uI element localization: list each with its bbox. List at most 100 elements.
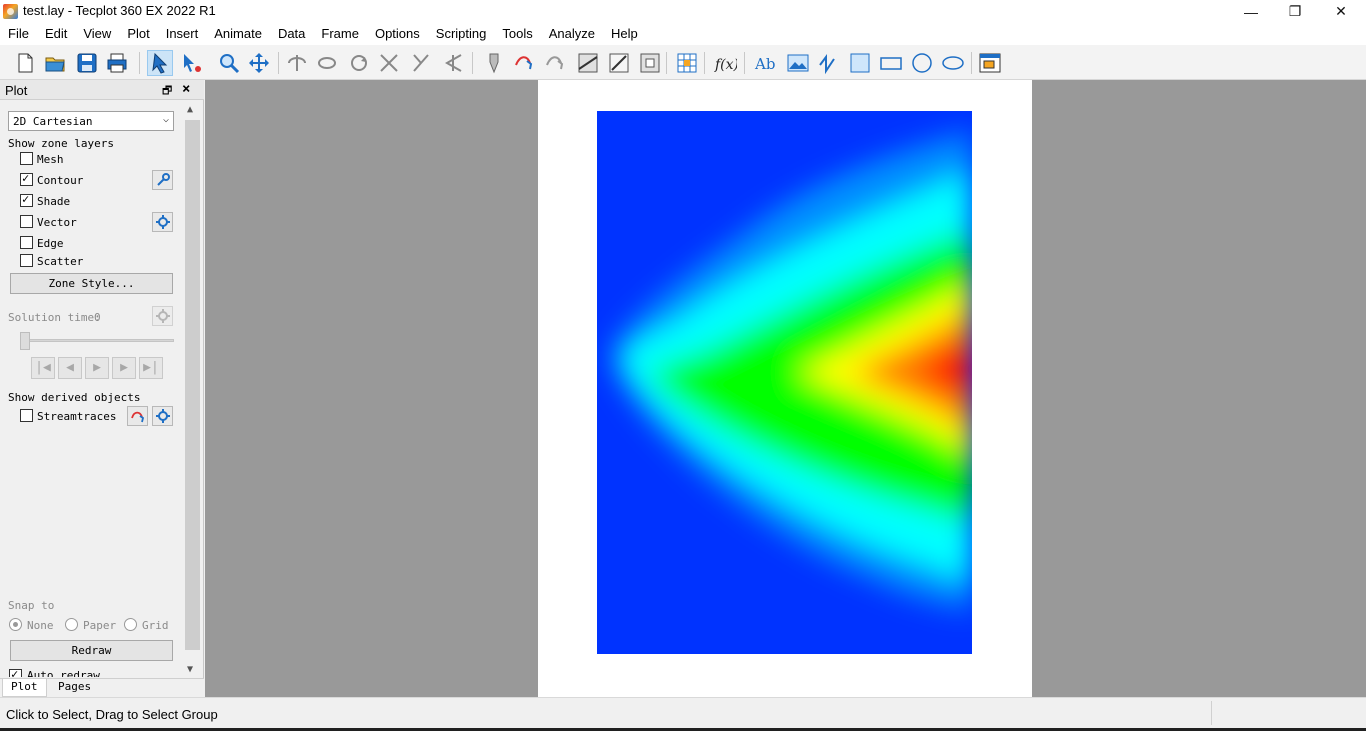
vector-checkbox[interactable]: [20, 215, 33, 228]
menu-animate[interactable]: Animate: [206, 23, 270, 45]
print-icon[interactable]: [104, 50, 130, 76]
zone-style-button[interactable]: Zone Style...: [10, 273, 173, 294]
close-window-button[interactable]: ✕: [1318, 0, 1364, 23]
zone-tool-icon[interactable]: [637, 50, 663, 76]
close-panel-icon[interactable]: ×: [182, 81, 190, 97]
auto-redraw-checkbox[interactable]: [9, 667, 22, 677]
snap-none-label: None: [27, 619, 54, 632]
menu-options[interactable]: Options: [367, 23, 428, 45]
select-arrow-icon[interactable]: [147, 50, 173, 76]
menu-scripting[interactable]: Scripting: [428, 23, 495, 45]
vector-details-button[interactable]: [152, 212, 173, 232]
contour-line-tool-icon[interactable]: [543, 50, 569, 76]
streamtrace-tool-button[interactable]: [127, 406, 148, 426]
menu-plot[interactable]: Plot: [119, 23, 157, 45]
spherical-rotate-icon[interactable]: [440, 50, 466, 76]
menu-help[interactable]: Help: [603, 23, 646, 45]
minimize-button[interactable]: —: [1228, 0, 1274, 23]
tab-plot[interactable]: Plot: [2, 679, 47, 697]
menu-tools[interactable]: Tools: [494, 23, 540, 45]
probe-icon[interactable]: [481, 50, 507, 76]
auto-redraw-row: Auto redraw: [0, 665, 184, 677]
rotate-xy-icon[interactable]: [376, 50, 402, 76]
mesh-label: Mesh: [37, 153, 64, 166]
mesh-checkbox[interactable]: [20, 152, 33, 165]
square-tool-icon[interactable]: [847, 50, 873, 76]
panel-scrollbar[interactable]: ▲ ▼: [184, 102, 201, 677]
toolbar-separator: [744, 52, 745, 74]
translate-icon[interactable]: [246, 50, 272, 76]
frame-tool-icon[interactable]: [977, 50, 1003, 76]
sidebar-plot-panel: Plot 🗗 × 2D Cartesian ⌵ Show zone layers…: [0, 80, 204, 697]
new-file-icon[interactable]: [12, 50, 38, 76]
toolbar-separator: [472, 52, 473, 74]
rollerball-icon[interactable]: [408, 50, 434, 76]
equation-fx-icon[interactable]: f(x): [712, 50, 738, 76]
step-back-icon[interactable]: ◀: [58, 357, 82, 379]
circle-tool-icon[interactable]: [909, 50, 935, 76]
menu-insert[interactable]: Insert: [158, 23, 207, 45]
menu-edit[interactable]: Edit: [37, 23, 75, 45]
redraw-button[interactable]: Redraw: [10, 640, 173, 661]
toolbar-separator: [139, 52, 140, 74]
snap-paper-radio[interactable]: [65, 618, 78, 631]
paper[interactable]: [538, 80, 1032, 697]
zoom-icon[interactable]: [216, 50, 242, 76]
contour-checkbox[interactable]: [20, 171, 33, 186]
snap-none-radio[interactable]: [9, 618, 22, 631]
edge-label: Edge: [37, 237, 64, 250]
svg-text:f(x): f(x): [714, 57, 737, 73]
open-folder-icon[interactable]: [42, 50, 68, 76]
solution-time-slider-track: [22, 339, 174, 342]
snap-grid-radio[interactable]: [124, 618, 137, 631]
adjustor-arrow-icon[interactable]: [179, 50, 205, 76]
streamtrace-details-button[interactable]: [152, 406, 173, 426]
scrollbar-thumb[interactable]: [185, 120, 200, 650]
wrench-icon: [156, 173, 170, 186]
tab-pages[interactable]: Pages: [50, 679, 99, 697]
restore-button[interactable]: ❐: [1272, 0, 1318, 23]
scroll-up-icon[interactable]: ▲: [187, 104, 193, 115]
text-tool-icon[interactable]: Ab: [753, 50, 779, 76]
streamtrace-tool-icon[interactable]: [512, 50, 538, 76]
shade-checkbox[interactable]: [20, 192, 33, 207]
edge-checkbox[interactable]: [20, 236, 33, 249]
menu-file[interactable]: File: [0, 23, 37, 45]
last-step-icon[interactable]: ▶|: [139, 357, 163, 379]
workspace[interactable]: [205, 80, 1366, 697]
rotate-z-icon[interactable]: [346, 50, 372, 76]
streamtraces-checkbox[interactable]: [20, 409, 33, 422]
menu-view[interactable]: View: [75, 23, 119, 45]
contour-details-button[interactable]: [152, 170, 173, 190]
toolbar-separator: [971, 52, 972, 74]
step-forward-icon[interactable]: ▶: [112, 357, 136, 379]
plot-type-select[interactable]: 2D Cartesian ⌵: [8, 111, 174, 131]
scatter-checkbox[interactable]: [20, 254, 33, 267]
first-step-icon[interactable]: |◀: [31, 357, 55, 379]
status-bar: Click to Select, Drag to Select Group: [0, 697, 1366, 728]
float-panel-icon[interactable]: 🗗: [162, 82, 172, 101]
scroll-down-icon[interactable]: ▼: [187, 664, 193, 675]
grid-layout-icon[interactable]: [674, 50, 700, 76]
play-icon[interactable]: ▶: [85, 357, 109, 379]
save-icon[interactable]: [74, 50, 100, 76]
status-separator: [1211, 701, 1212, 725]
menu-frame[interactable]: Frame: [313, 23, 367, 45]
polyline-tool-icon[interactable]: [816, 50, 842, 76]
iso-surface-icon[interactable]: [606, 50, 632, 76]
window-title: test.lay - Tecplot 360 EX 2022 R1: [23, 3, 216, 18]
solution-time-value: 0: [94, 311, 101, 324]
menu-data[interactable]: Data: [270, 23, 313, 45]
solution-time-slider-thumb[interactable]: [20, 332, 30, 350]
rotate-x-icon[interactable]: [284, 50, 310, 76]
rectangle-tool-icon[interactable]: [878, 50, 904, 76]
contour-plot[interactable]: [597, 111, 972, 654]
ellipse-tool-icon[interactable]: [940, 50, 966, 76]
solution-time-details-button[interactable]: [152, 306, 173, 326]
image-tool-icon[interactable]: [785, 50, 811, 76]
menu-analyze[interactable]: Analyze: [541, 23, 603, 45]
contour-label: Contour: [37, 174, 84, 187]
solution-time-label: Solution time:: [8, 311, 101, 324]
rotate-y-icon[interactable]: [314, 50, 340, 76]
slice-tool-icon[interactable]: [575, 50, 601, 76]
